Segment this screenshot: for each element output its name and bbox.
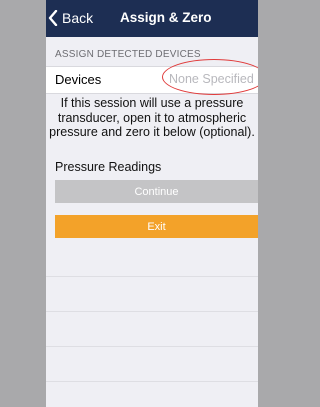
chevron-left-icon [48,10,58,26]
instruction-text: If this session will use a pressure tran… [49,96,255,139]
page-title: Assign & Zero [120,10,212,25]
continue-button[interactable]: Continue [55,180,258,203]
section-header: ASSIGN DETECTED DEVICES [55,49,201,60]
back-label: Back [62,10,94,26]
divider [46,276,258,277]
exit-button[interactable]: Exit [55,215,258,238]
divider [46,346,258,347]
app-screen: Back Assign & Zero ASSIGN DETECTED DEVIC… [46,0,258,407]
navigation-bar: Back Assign & Zero [46,0,258,37]
divider [46,311,258,312]
highlight-annotation [162,59,258,95]
devices-label: Devices [55,72,102,87]
divider [46,381,258,382]
pressure-readings-label: Pressure Readings [55,160,162,174]
back-button[interactable]: Back [48,8,93,28]
